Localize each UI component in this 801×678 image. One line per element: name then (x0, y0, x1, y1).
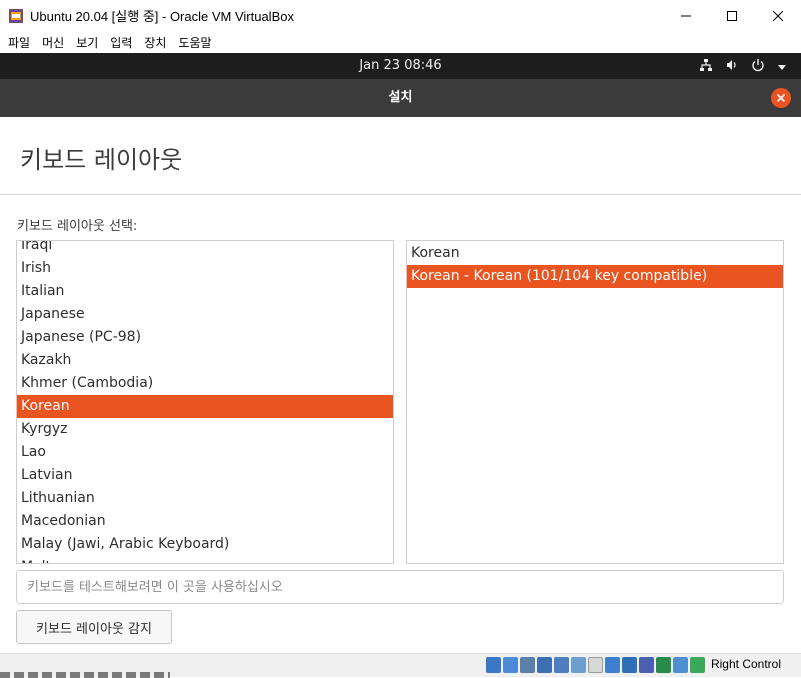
divider (0, 194, 801, 195)
ubuntu-topbar: Jan 23 08:46 (0, 53, 801, 79)
audio-icon[interactable] (520, 657, 535, 673)
keyboard-capture-icon[interactable] (690, 657, 705, 673)
host-key-label: Right Control (710, 657, 781, 671)
detect-layout-button[interactable]: 키보드 레이아웃 감지 (16, 610, 172, 644)
network-icon[interactable] (699, 57, 713, 76)
layout-item[interactable]: Latvian (17, 464, 393, 487)
desktop-strip (0, 672, 170, 678)
minimize-button[interactable] (663, 0, 709, 31)
layout-item[interactable]: Khmer (Cambodia) (17, 372, 393, 395)
layout-item[interactable]: Lithuanian (17, 487, 393, 510)
menu-devices[interactable]: 장치 (144, 34, 166, 51)
layout-item[interactable]: Kyrgyz (17, 418, 393, 441)
keyboard-test-input[interactable] (16, 570, 784, 604)
layout-item[interactable]: Malt (17, 556, 393, 563)
virtualbox-app-icon (8, 8, 24, 24)
layout-item[interactable]: Italian (17, 280, 393, 303)
maximize-button[interactable] (709, 0, 755, 31)
device-icons (486, 657, 705, 673)
display-icon[interactable] (588, 657, 603, 673)
variant-item-selected[interactable]: Korean - Korean (101/104 key compatible) (407, 265, 783, 288)
layout-item[interactable]: Kazakh (17, 349, 393, 372)
usb-icon[interactable] (554, 657, 569, 673)
host-statusbar: Right Control (0, 653, 801, 678)
vt-x-icon[interactable] (639, 657, 654, 673)
close-window-button[interactable] (755, 0, 801, 31)
mouse-integration-icon[interactable] (656, 657, 671, 673)
variant-list[interactable]: Korean Korean - Korean (101/104 key comp… (406, 240, 784, 564)
layout-item[interactable]: Malay (Jawi, Arabic Keyboard) (17, 533, 393, 556)
system-tray[interactable] (699, 53, 787, 79)
layout-item[interactable]: Irish (17, 257, 393, 280)
menu-file[interactable]: 파일 (8, 34, 30, 51)
window-titlebar: Ubuntu 20.04 [실행 중] - Oracle VM VirtualB… (0, 0, 801, 31)
installer-header: 설치 (0, 79, 801, 117)
window-title: Ubuntu 20.04 [실행 중] - Oracle VM VirtualB… (30, 9, 294, 24)
host-menubar: 파일 머신 보기 입력 장치 도움말 (0, 31, 801, 53)
layout-item-selected[interactable]: Korean (17, 395, 393, 418)
layout-list[interactable]: Iraqi Irish Italian Japanese Japanese (P… (16, 240, 394, 564)
close-icon (776, 93, 786, 103)
installer-title: 설치 (388, 90, 413, 105)
host-key-icon[interactable] (673, 657, 688, 673)
network-adapter-icon[interactable] (537, 657, 552, 673)
menu-input[interactable]: 입력 (110, 34, 132, 51)
layout-item[interactable]: Iraqi (17, 241, 393, 257)
menu-machine[interactable]: 머신 (42, 34, 64, 51)
optical-drive-icon[interactable] (503, 657, 518, 673)
installer-close-button[interactable] (771, 88, 791, 108)
recording-icon[interactable] (605, 657, 620, 673)
layout-item[interactable]: Japanese (17, 303, 393, 326)
layout-item[interactable]: Macedonian (17, 510, 393, 533)
layout-select-label: 키보드 레이아웃 선택: (17, 219, 138, 234)
layout-item[interactable]: Japanese (PC-98) (17, 326, 393, 349)
page-title: 키보드 레이아웃 (20, 146, 183, 174)
power-icon[interactable] (751, 57, 765, 76)
layout-item[interactable]: Lao (17, 441, 393, 464)
clock[interactable]: Jan 23 08:46 (0, 53, 801, 79)
variant-item[interactable]: Korean (407, 242, 783, 265)
menu-help[interactable]: 도움말 (178, 34, 211, 51)
hdd-icon[interactable] (486, 657, 501, 673)
dropdown-icon[interactable] (777, 57, 787, 76)
menu-view[interactable]: 보기 (76, 34, 98, 51)
cpu-icon[interactable] (622, 657, 637, 673)
volume-icon[interactable] (725, 57, 739, 76)
shared-folder-icon[interactable] (571, 657, 586, 673)
